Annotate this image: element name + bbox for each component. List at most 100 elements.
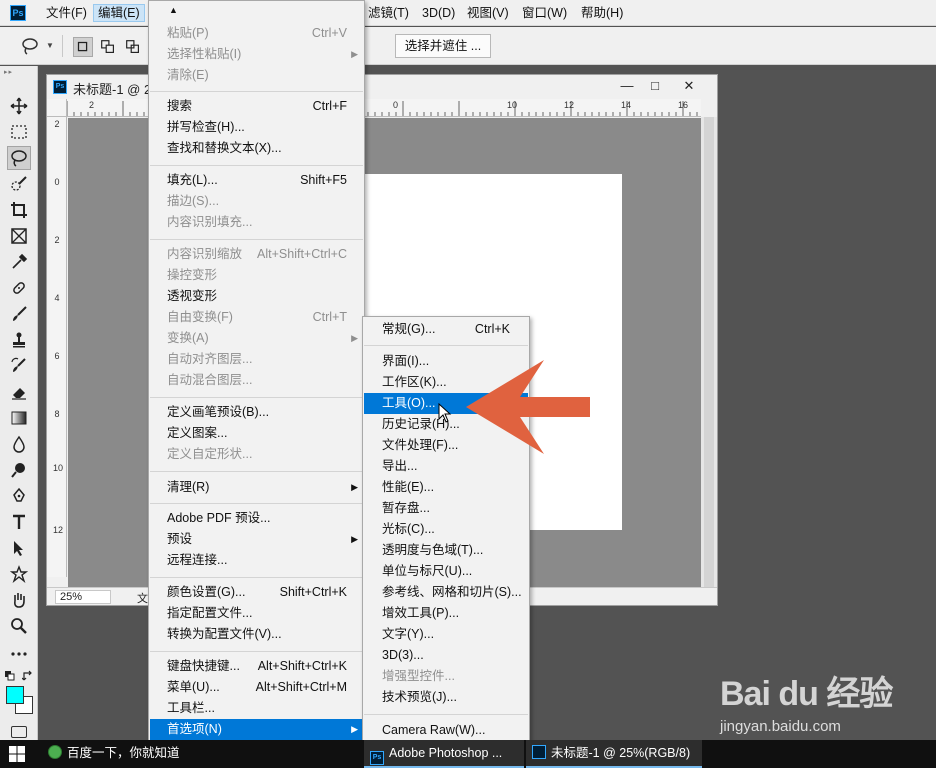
hand-tool[interactable] (7, 588, 31, 612)
eyedropper-tool[interactable] (7, 250, 31, 274)
menu-item-purge[interactable]: 清理(R) ▶ (150, 477, 363, 498)
ruler-origin[interactable] (47, 99, 67, 117)
gradient-tool[interactable] (7, 406, 31, 430)
menu-item-find-replace[interactable]: 查找和替换文本(X)... (150, 138, 363, 159)
menu-item-keyboard-shortcuts[interactable]: 键盘快捷键... Alt+Shift+Ctrl+K (150, 656, 363, 677)
taskbar-browser[interactable]: 百度一下，你就知道 (42, 740, 202, 768)
menu-item-free-transform[interactable]: 自由变换(F) Ctrl+T (150, 307, 363, 328)
add-selection-button[interactable] (98, 37, 118, 57)
menu-item-label: 透明度与色域(T)... (382, 543, 484, 557)
more-tools-button[interactable] (7, 642, 31, 666)
quick-mask-button[interactable] (11, 726, 27, 738)
move-tool[interactable] (7, 94, 31, 118)
new-selection-button[interactable] (73, 37, 93, 57)
menu-item-define-brush[interactable]: 定义画笔预设(B)... (150, 402, 363, 423)
pref-item-plugins[interactable]: 增效工具(P)... (364, 603, 528, 624)
menu-item-adobe-pdf-presets[interactable]: Adobe PDF 预设... (150, 508, 363, 529)
menu-item-paste[interactable]: 粘贴(P) Ctrl+V (150, 23, 363, 44)
menu-item-assign-profile[interactable]: 指定配置文件... (150, 603, 363, 624)
vertical-scrollbar[interactable] (701, 117, 717, 587)
menu-scroll-up-icon[interactable]: ▲ (169, 5, 178, 15)
pref-item-export[interactable]: 导出... (364, 456, 528, 477)
menu-item-auto-blend-layers[interactable]: 自动混合图层... (150, 370, 363, 391)
edit-menu: ▲ 粘贴(P) Ctrl+V 选择性粘贴(I) ▶ 清除(E) 搜索 Ctrl+F 拼… (148, 0, 365, 762)
menu-item-transform[interactable]: 变换(A) ▶ (150, 328, 363, 349)
type-tool[interactable] (7, 510, 31, 534)
menu-item-menus[interactable]: 菜单(U)... Alt+Shift+Ctrl+M (150, 677, 363, 698)
menu-item-content-aware-fill[interactable]: 内容识别填充... (150, 212, 363, 233)
frame-tool[interactable] (7, 224, 31, 248)
menu-item-content-aware-scale[interactable]: 内容识别缩放 Alt+Shift+Ctrl+C (150, 244, 363, 265)
zoom-level-field[interactable]: 25% (55, 590, 111, 604)
menu-view[interactable]: 视图(V) (463, 4, 513, 22)
brush-tool[interactable] (7, 302, 31, 326)
menu-item-perspective-warp[interactable]: 透视变形 (150, 286, 363, 307)
pref-item-guides-grid-slices[interactable]: 参考线、网格和切片(S)... (364, 582, 528, 603)
blur-tool[interactable] (7, 432, 31, 456)
pen-tool[interactable] (7, 484, 31, 508)
taskbar-photoshop[interactable]: Ps Adobe Photoshop ... (364, 740, 524, 768)
clone-stamp-tool[interactable] (7, 328, 31, 352)
pref-item-type[interactable]: 文字(Y)... (364, 624, 528, 645)
dodge-tool[interactable] (7, 458, 31, 482)
menu-item-color-settings[interactable]: 颜色设置(G)... Shift+Ctrl+K (150, 582, 363, 603)
menu-item-convert-to-profile[interactable]: 转换为配置文件(V)... (150, 624, 363, 645)
windows-start-icon[interactable] (8, 745, 26, 763)
foreground-color-swatch[interactable] (6, 686, 24, 704)
eraser-tool[interactable] (7, 380, 31, 404)
menu-filter[interactable]: 滤镜(T) (364, 4, 413, 22)
default-colors-icon[interactable] (4, 670, 16, 682)
healing-brush-tool[interactable] (7, 276, 31, 300)
zoom-tool[interactable] (7, 614, 31, 638)
menu-file[interactable]: 文件(F) (42, 4, 91, 22)
menu-item-stroke[interactable]: 描边(S)... (150, 191, 363, 212)
path-selection-tool[interactable] (7, 536, 31, 560)
menu-edit[interactable]: 编辑(E) (93, 4, 145, 22)
menu-item-clear[interactable]: 清除(E) (150, 65, 363, 86)
menu-item-auto-align-layers[interactable]: 自动对齐图层... (150, 349, 363, 370)
menu-help[interactable]: 帮助(H) (577, 4, 627, 22)
pref-item-performance[interactable]: 性能(E)... (364, 477, 528, 498)
menu-item-puppet-warp[interactable]: 操控变形 (150, 265, 363, 286)
close-button[interactable]: ✕ (675, 77, 703, 95)
history-brush-tool[interactable] (7, 354, 31, 378)
scrollbar-thumb[interactable] (704, 117, 714, 587)
menu-item-define-custom-shape[interactable]: 定义自定形状... (150, 444, 363, 465)
pref-item-scratch-disks[interactable]: 暂存盘... (364, 498, 528, 519)
crop-tool[interactable] (7, 198, 31, 222)
pref-item-transparency-gamut[interactable]: 透明度与色域(T)... (364, 540, 528, 561)
chevron-down-icon[interactable]: ▼ (46, 41, 54, 50)
pref-item-3d[interactable]: 3D(3)... (364, 645, 528, 666)
menu-item-presets[interactable]: 预设 ▶ (150, 529, 363, 550)
crop-icon (11, 202, 27, 218)
custom-shape-tool[interactable] (7, 562, 31, 586)
maximize-button[interactable]: □ (641, 77, 669, 95)
pref-item-enhanced-controls[interactable]: 增强型控件... (364, 666, 528, 687)
pref-item-general[interactable]: 常规(G)... Ctrl+K (364, 319, 528, 340)
vertical-ruler[interactable]: 2 0 2 4 6 8 10 12 (47, 117, 67, 577)
panel-grip-icon[interactable]: ▸▸ (4, 68, 34, 76)
pref-item-cursors[interactable]: 光标(C)... (364, 519, 528, 540)
minimize-button[interactable]: — (613, 77, 641, 95)
menu-item-preferences[interactable]: 首选项(N) ▶ (150, 719, 363, 740)
lasso-preset-icon[interactable] (20, 36, 40, 56)
pref-item-camera-raw[interactable]: Camera Raw(W)... (364, 720, 528, 741)
taskbar-document[interactable]: 未标题-1 @ 25%(RGB/8) (526, 740, 702, 768)
quick-selection-tool[interactable] (7, 172, 31, 196)
menu-item-spell-check[interactable]: 拼写检查(H)... (150, 117, 363, 138)
select-and-mask-button[interactable]: 选择并遮住 ... (395, 34, 491, 58)
menu-item-fill[interactable]: 填充(L)... Shift+F5 (150, 170, 363, 191)
menu-3d[interactable]: 3D(D) (418, 4, 459, 22)
menu-item-remote-connections[interactable]: 远程连接... (150, 550, 363, 571)
swap-colors-icon[interactable] (22, 670, 34, 682)
menu-window[interactable]: 窗口(W) (518, 4, 571, 22)
menu-item-define-pattern[interactable]: 定义图案... (150, 423, 363, 444)
marquee-tool[interactable] (7, 120, 31, 144)
menu-item-search[interactable]: 搜索 Ctrl+F (150, 96, 363, 117)
lasso-tool[interactable] (7, 146, 31, 170)
pref-item-units-rulers[interactable]: 单位与标尺(U)... (364, 561, 528, 582)
menu-item-toolbar[interactable]: 工具栏... (150, 698, 363, 719)
menu-item-paste-special[interactable]: 选择性粘贴(I) ▶ (150, 44, 363, 65)
pref-item-technology-previews[interactable]: 技术预览(J)... (364, 687, 528, 708)
subtract-selection-button[interactable] (123, 37, 143, 57)
